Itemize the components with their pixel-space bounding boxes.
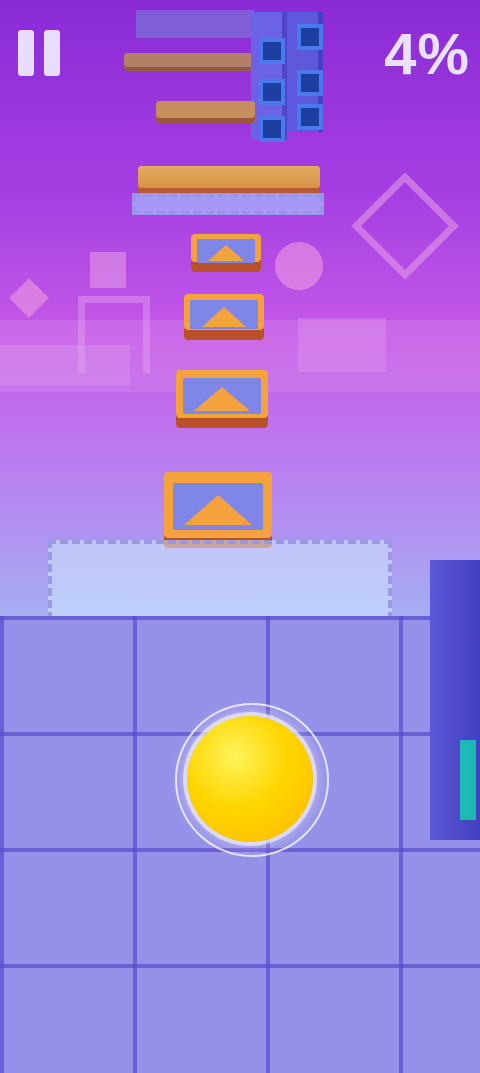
- pause-button[interactable]: [18, 30, 62, 76]
- tower-window: [297, 24, 323, 50]
- triangle-pad: [176, 370, 268, 428]
- bg-building-2: [298, 318, 386, 372]
- distant-platform-2: [156, 101, 255, 123]
- triangle-icon: [194, 387, 250, 411]
- tower: [251, 12, 323, 142]
- triangle-pad: [191, 234, 261, 272]
- triangle-icon: [208, 245, 244, 261]
- ghost-tile-far: [132, 193, 324, 215]
- tower-window: [259, 79, 285, 105]
- triangle-pad: [184, 294, 264, 340]
- bg-ring: [78, 296, 150, 373]
- tower-window: [259, 38, 285, 64]
- ball-icon[interactable]: [187, 716, 313, 842]
- bg-diamond-small: [9, 278, 49, 318]
- bg-diamond: [351, 172, 459, 280]
- distant-tile-row: [136, 10, 254, 38]
- triangle-pad: [164, 472, 272, 548]
- progress-percent: 4%: [384, 22, 470, 87]
- triangle-icon: [202, 307, 246, 327]
- tower-window: [297, 70, 323, 96]
- pause-icon: [18, 30, 34, 76]
- platform-wide: [138, 166, 320, 194]
- ghost-tile-near: [48, 540, 392, 620]
- floor-right-wall-accent: [460, 740, 476, 820]
- tower-window: [297, 104, 323, 130]
- bg-circle: [275, 242, 323, 290]
- triangle-icon: [184, 495, 252, 525]
- pause-icon: [44, 30, 60, 76]
- tower-window: [259, 116, 285, 142]
- bg-square-sand: [90, 252, 126, 288]
- distant-platform-1: [124, 53, 254, 71]
